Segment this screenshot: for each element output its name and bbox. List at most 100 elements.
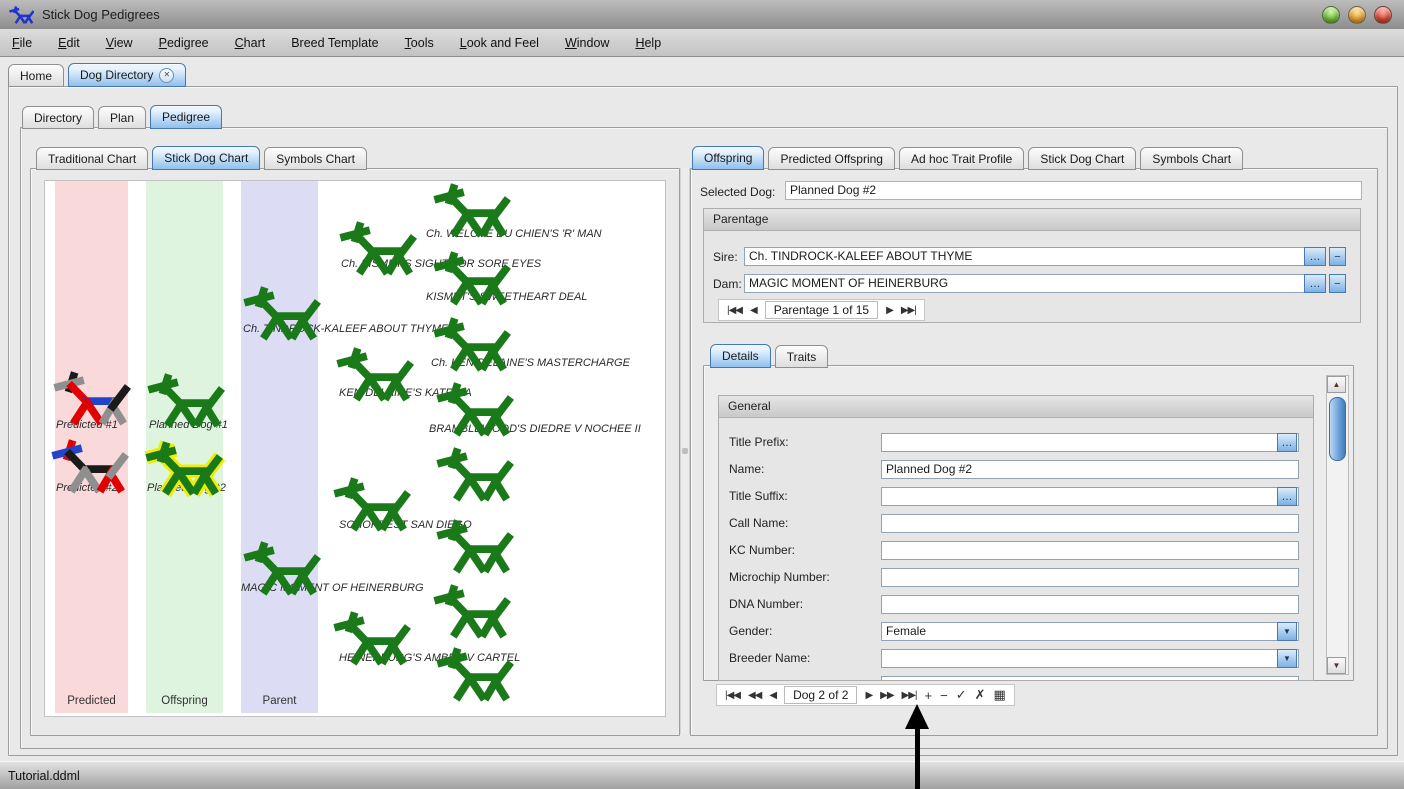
dam-lookup-button[interactable]: …	[1304, 274, 1326, 293]
menu-chart[interactable]: Chart	[235, 36, 266, 50]
stick-dog-ken-delaine-s-katrina[interactable]	[337, 348, 411, 399]
menu-edit[interactable]: Edit	[58, 36, 80, 50]
maximize-button[interactable]	[1348, 6, 1366, 24]
general-group-title: General	[719, 396, 1313, 418]
microchip-number-field[interactable]	[881, 568, 1299, 587]
stick-dog-schokrest-san-diego[interactable]	[334, 478, 408, 529]
tab-offspring[interactable]: Offspring	[692, 146, 764, 170]
parentage-first-button[interactable]: |◀◀	[727, 305, 742, 316]
selected-dog-field[interactable]: Planned Dog #2	[785, 181, 1362, 200]
dna-number-field[interactable]	[881, 595, 1299, 614]
menu-view[interactable]: View	[106, 36, 133, 50]
stick-dog-ch-tindrock-kaleef-about-thyme[interactable]	[244, 287, 318, 338]
stick-dog-ch-ken-delaine-s-mastercharge[interactable]	[434, 318, 508, 369]
tab-predicted-offspring[interactable]: Predicted Offspring	[768, 147, 895, 170]
stick-dog-predicted-2[interactable]	[52, 440, 126, 491]
tab-label: Traits	[787, 350, 817, 364]
tab-label: Home	[20, 69, 52, 83]
stick-dog-ch-kismet-s-sight-for-sore-eyes[interactable]	[340, 222, 414, 273]
tab-home[interactable]: Home	[8, 64, 64, 87]
sire-field[interactable]: Ch. TINDROCK-KALEEF ABOUT THYME	[744, 247, 1306, 266]
stick-dog-ch-welove-du-chien-s-r-man[interactable]	[434, 184, 508, 235]
tab-dog-directory[interactable]: Dog Directory✕	[68, 63, 186, 87]
sire-lookup-button[interactable]: …	[1304, 247, 1326, 266]
menu-file[interactable]: File	[12, 36, 32, 50]
menu-pedigree[interactable]: Pedigree	[159, 36, 209, 50]
scrollbar-thumb[interactable]	[1329, 397, 1346, 461]
menu-look-and-feel[interactable]: Look and Feel	[460, 36, 539, 50]
delete-dog-button[interactable]: −	[940, 688, 948, 703]
menu-bar: File Edit View Pedigree Chart Breed Template T…	[0, 29, 1404, 57]
dog-next-button[interactable]: ▶	[865, 690, 872, 701]
close-tab-icon[interactable]: ✕	[159, 68, 174, 83]
dam-field[interactable]: MAGIC MOMENT OF HEINERBURG	[744, 274, 1306, 293]
kc-number-field[interactable]	[881, 541, 1299, 560]
gender-dropdown-button[interactable]: ▼	[1277, 622, 1297, 641]
dog-rewind-button[interactable]: ◀◀	[748, 690, 761, 701]
stick-dog-unnamed-dog-3[interactable]	[434, 585, 508, 636]
call-name-field[interactable]	[881, 514, 1299, 533]
parentage-next-button[interactable]: ▶	[886, 305, 893, 316]
title-suffix-field[interactable]	[881, 487, 1299, 506]
stick-dog-planned-dog-1[interactable]	[148, 374, 222, 425]
tab-stick-dog-chart[interactable]: Stick Dog Chart	[152, 146, 260, 170]
cancel-button[interactable]: ✗	[975, 687, 986, 703]
tab-stick-dog-chart[interactable]: Stick Dog Chart	[1028, 147, 1136, 170]
stick-dog-heinerburg-s-amber-v-cartel[interactable]	[334, 612, 408, 663]
tab-traditional-chart[interactable]: Traditional Chart	[36, 147, 148, 170]
dog-forward-button[interactable]: ▶▶	[880, 690, 893, 701]
grid-view-button[interactable]: ▦	[994, 687, 1006, 703]
panel-splitter[interactable]	[680, 168, 690, 734]
stick-dog-bramblewood-s-diedre-v-nochee-ii[interactable]	[437, 383, 511, 434]
stick-dog-unnamed-dog-2[interactable]	[437, 520, 511, 571]
tab-traits[interactable]: Traits	[775, 345, 829, 368]
stick-dog-kismet-s-sweetheart-deal[interactable]	[434, 252, 508, 303]
dam-remove-button[interactable]: −	[1329, 274, 1346, 293]
menu-breed-template[interactable]: Breed Template	[291, 36, 378, 50]
title-prefix-field[interactable]	[881, 433, 1299, 452]
breeder-name-dropdown-button[interactable]: ▼	[1277, 649, 1297, 668]
menu-help[interactable]: Help	[635, 36, 661, 50]
parentage-prev-button[interactable]: ◀	[750, 305, 757, 316]
cutoff-field	[881, 676, 1299, 681]
stick-dog-predicted-1[interactable]	[54, 372, 128, 423]
stick-dog-unnamed-dog-4[interactable]	[437, 648, 511, 699]
tab-label: Ad hoc Trait Profile	[911, 152, 1012, 166]
stick-dog-magic-moment-of-heinerburg[interactable]	[244, 542, 318, 593]
title-prefix-lookup-button[interactable]: …	[1277, 433, 1297, 452]
stick-dog-planned-dog-2[interactable]	[146, 442, 220, 493]
close-button[interactable]	[1374, 6, 1392, 24]
tab-directory[interactable]: Directory	[22, 106, 94, 129]
dog-first-button[interactable]: |◀◀	[725, 690, 740, 701]
confirm-button[interactable]: ✓	[956, 687, 967, 703]
breeder-name-field[interactable]	[881, 649, 1299, 668]
name-field[interactable]: Planned Dog #2	[881, 460, 1299, 479]
scroll-up-button[interactable]: ▲	[1327, 376, 1346, 393]
tab-symbols-chart[interactable]: Symbols Chart	[264, 147, 367, 170]
menu-window[interactable]: Window	[565, 36, 609, 50]
gender-field[interactable]: Female	[881, 622, 1299, 641]
tab-symbols-chart[interactable]: Symbols Chart	[1140, 147, 1243, 170]
tab-plan[interactable]: Plan	[98, 106, 146, 129]
dog-prev-button[interactable]: ◀	[769, 690, 776, 701]
dog-last-button[interactable]: ▶▶|	[902, 690, 917, 701]
dog-record-nav: |◀◀◀◀◀Dog 2 of 2▶▶▶▶▶|+−✓✗▦	[716, 684, 1015, 706]
tab-details[interactable]: Details	[710, 344, 771, 368]
stick-dog-unnamed-dog-1[interactable]	[437, 448, 511, 499]
parentage-group: Parentage Sire: Ch. TINDROCK-KALEEF ABOU…	[703, 208, 1361, 323]
field-label-microchip-number: Microchip Number:	[729, 570, 830, 584]
parentage-last-button[interactable]: ▶▶|	[901, 305, 916, 316]
sire-remove-button[interactable]: −	[1329, 247, 1346, 266]
title-suffix-lookup-button[interactable]: …	[1277, 487, 1297, 506]
tab-ad-hoc-trait-profile[interactable]: Ad hoc Trait Profile	[899, 147, 1024, 170]
tab-pedigree[interactable]: Pedigree	[150, 105, 222, 129]
menu-tools[interactable]: Tools	[405, 36, 434, 50]
minimize-button[interactable]	[1322, 6, 1340, 24]
details-scrollbar[interactable]: ▲ ▼	[1326, 375, 1349, 675]
field-label-breeder-name: Breeder Name:	[729, 651, 810, 665]
scroll-down-button[interactable]: ▼	[1327, 657, 1346, 674]
add-dog-button[interactable]: +	[925, 688, 933, 703]
tab-label: Details	[722, 349, 759, 363]
app-icon	[8, 5, 34, 25]
stick-dog-chart[interactable]: PredictedOffspringParentPredicted #1Pred…	[44, 180, 666, 717]
